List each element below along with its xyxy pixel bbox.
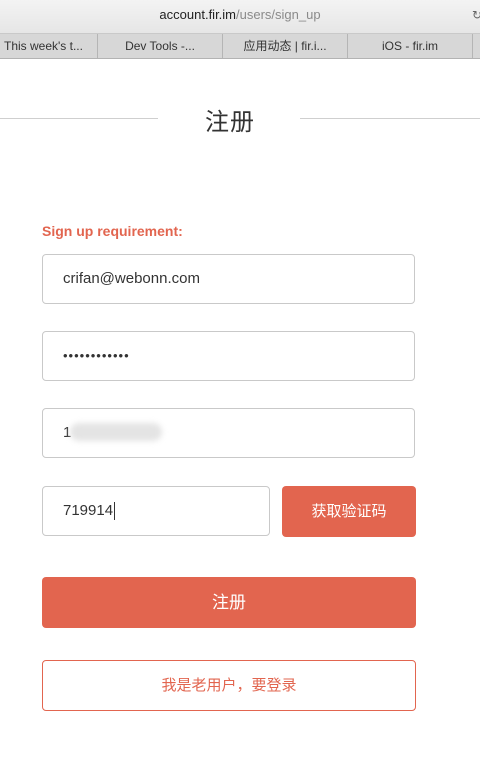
verification-code-line: 719914 [63,487,116,535]
get-verification-code-button[interactable]: 获取验证码 [282,486,416,537]
address-bar[interactable]: account.fir.im/users/sign_up ↻ [0,0,480,34]
tab-3[interactable]: 应用动态 | fir.i... [223,34,348,58]
page-title: 注册 [205,109,255,136]
existing-user-login-button[interactable]: 我是老用户，要登录 [42,660,416,711]
tab-4[interactable]: iOS - fir.im [348,34,473,58]
tab-bar: This week's t... Dev Tools -... 应用动态 | f… [0,34,480,59]
password-field[interactable]: •••••••••••• [42,331,415,381]
tab-2[interactable]: Dev Tools -... [98,34,223,58]
email-value: crifan@webonn.com [63,270,200,287]
phone-field[interactable]: 1 [42,408,415,458]
blurred-phone-digits [70,423,162,441]
tab-1[interactable]: This week's t... [0,34,98,58]
email-field[interactable]: crifan@webonn.com [42,254,415,304]
url-host: account.fir.im [159,7,237,22]
title-divider-left [0,118,158,119]
page: account.fir.im/users/sign_up ↻ This week… [0,0,480,770]
reload-icon[interactable]: ↻ [472,9,480,21]
title-divider-right [300,118,480,119]
text-caret [114,502,116,521]
verification-code-value: 719914 [63,502,114,519]
signup-requirement-label: Sign up requirement: [42,223,183,239]
password-value: •••••••••••• [63,348,130,363]
url-text[interactable]: account.fir.im/users/sign_up [0,7,480,22]
signup-button[interactable]: 注册 [42,577,416,628]
url-path: /users/sign_up [236,7,321,22]
verification-code-field[interactable]: 719914 [42,486,270,536]
